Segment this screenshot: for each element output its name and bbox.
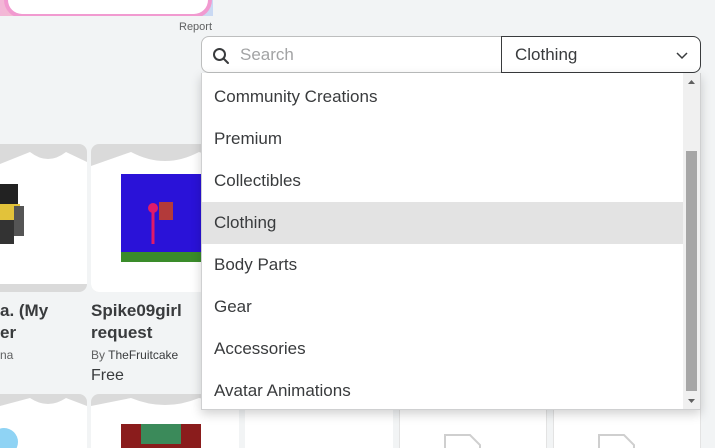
shirt-thumbnail — [0, 398, 87, 448]
item-creator[interactable]: na — [0, 348, 13, 362]
item-creator-line: By TheFruitcake — [91, 348, 179, 362]
scroll-up-arrow-icon[interactable] — [683, 75, 700, 89]
category-option-gear[interactable]: Gear — [202, 286, 685, 328]
category-option-premium[interactable]: Premium — [202, 118, 685, 160]
item-name[interactable]: Spike09girl request — [91, 300, 182, 344]
search-input[interactable] — [240, 37, 495, 72]
report-ad-link[interactable]: Report — [179, 21, 212, 33]
category-option-clothing[interactable]: Clothing — [202, 202, 685, 244]
category-option-avatar-animations[interactable]: Avatar Animations — [202, 370, 685, 409]
shirt-thumbnail — [0, 152, 87, 284]
scrollbar-thumb[interactable] — [686, 151, 697, 391]
catalog-item-card[interactable] — [0, 144, 87, 292]
dropdown-scrollbar[interactable] — [683, 73, 700, 409]
category-select-value: Clothing — [515, 45, 578, 64]
chevron-down-icon — [676, 52, 688, 60]
category-option-collectibles[interactable]: Collectibles — [202, 160, 685, 202]
ad-banner[interactable] — [0, 0, 213, 16]
category-option-body-parts[interactable]: Body Parts — [202, 244, 685, 286]
item-creator[interactable]: TheFruitcake — [108, 348, 178, 362]
category-option-accessories[interactable]: Accessories — [202, 328, 685, 370]
search-box[interactable] — [201, 36, 502, 73]
category-dropdown-menu[interactable]: Community Creations Premium Collectibles… — [201, 73, 701, 410]
item-name[interactable]: a. (My er — [0, 300, 48, 344]
scroll-down-arrow-icon[interactable] — [683, 394, 700, 408]
item-price: Free — [91, 367, 124, 384]
catalog-item-card[interactable] — [0, 394, 87, 448]
category-select[interactable]: Clothing — [501, 36, 701, 73]
category-options-list: Community Creations Premium Collectibles… — [202, 76, 685, 409]
search-icon — [213, 48, 229, 64]
category-option-community-creations[interactable]: Community Creations — [202, 76, 685, 118]
